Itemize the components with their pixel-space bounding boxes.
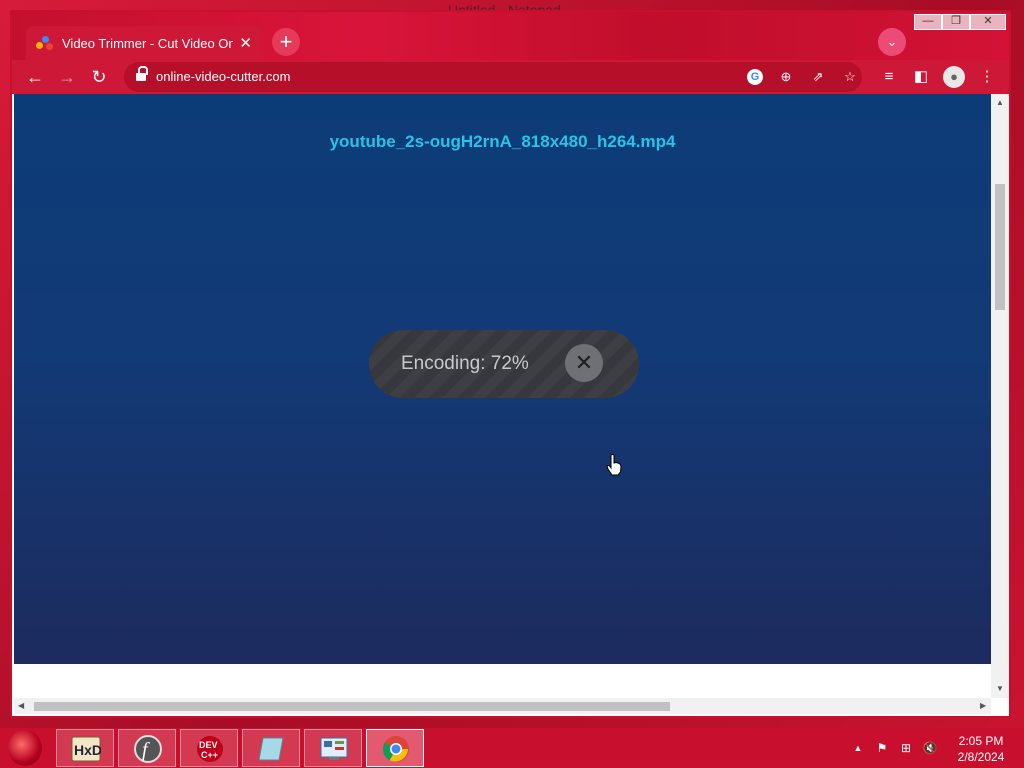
new-tab-button[interactable]: + <box>272 28 300 56</box>
tab-strip: Video Trimmer - Cut Video Onlin ✕ + ⌄ — … <box>12 12 1009 60</box>
scroll-down-arrow-icon[interactable]: ▼ <box>996 684 1004 693</box>
tab-search-button[interactable]: ⌄ <box>878 28 906 56</box>
network-icon[interactable]: ⊞ <box>898 740 914 756</box>
show-hidden-icons-icon[interactable]: ▲ <box>850 740 866 756</box>
minimize-button[interactable]: — <box>914 14 942 30</box>
page-footer-area <box>14 664 991 698</box>
hand-cursor-icon <box>606 454 622 476</box>
tab-title: Video Trimmer - Cut Video Onlin <box>62 35 234 51</box>
menu-icon[interactable]: ⋮ <box>976 66 998 88</box>
vertical-scrollbar[interactable]: ▲ ▼ <box>991 94 1009 698</box>
system-clock[interactable]: 2:05 PM 2/8/2024 <box>954 733 1008 765</box>
taskbar-app-flash[interactable]: f <box>118 729 176 767</box>
lock-icon[interactable] <box>136 66 148 82</box>
media-control-icon[interactable]: ≡ <box>878 66 900 88</box>
forward-icon[interactable]: → <box>54 64 80 90</box>
share-icon[interactable]: ⇗ <box>808 67 828 87</box>
clock-date: 2/8/2024 <box>957 750 1005 764</box>
close-window-button[interactable]: ✕ <box>970 14 1006 30</box>
taskbar-app-chrome[interactable] <box>366 729 424 767</box>
back-icon[interactable]: ← <box>22 64 48 90</box>
tab-close-icon[interactable]: ✕ <box>239 34 252 52</box>
taskbar: HxD f DEV C++ ▲ ⚑ ⊞ 🔇 2:05 PM 2/8/2024 <box>0 728 1024 768</box>
video-filename: youtube_2s-ougH2rnA_818x480_h264.mp4 <box>329 132 676 151</box>
taskbar-app-control-panel[interactable] <box>304 729 362 767</box>
control-panel-icon <box>320 737 348 760</box>
tab-video-trimmer[interactable]: Video Trimmer - Cut Video Onlin ✕ <box>26 26 262 60</box>
cancel-encoding-button[interactable]: ✕ <box>565 344 603 382</box>
chrome-icon <box>382 736 409 762</box>
clock-time: 2:05 PM <box>958 734 1004 748</box>
svg-text:HxD: HxD <box>74 742 101 758</box>
action-center-flag-icon[interactable]: ⚑ <box>874 740 890 756</box>
browser-window: Video Trimmer - Cut Video Onlin ✕ + ⌄ — … <box>10 10 1011 718</box>
taskbar-app-devcpp[interactable]: DEV C++ <box>180 729 238 767</box>
scroll-right-arrow-icon[interactable]: ▶ <box>980 701 986 710</box>
zoom-icon[interactable]: ⊕ <box>776 67 796 87</box>
volume-muted-icon[interactable]: 🔇 <box>922 740 938 756</box>
notepad-icon <box>258 737 284 761</box>
start-button[interactable] <box>8 730 42 766</box>
horizontal-scroll-thumb[interactable] <box>34 702 670 711</box>
vertical-scroll-thumb[interactable] <box>995 184 1005 310</box>
favicon-icon <box>36 35 54 51</box>
flash-icon: f <box>134 735 162 763</box>
hxd-icon: HxD <box>71 736 101 762</box>
devcpp-icon: DEV C++ <box>197 736 223 762</box>
bookmark-star-icon[interactable]: ☆ <box>840 67 860 87</box>
maximize-button[interactable]: ❐ <box>942 14 970 30</box>
url-text[interactable]: online-video-cutter.com <box>156 69 290 84</box>
browser-toolbar: ← → ↻ online-video-cutter.com G ⊕ ⇗ ☆ ≡ … <box>12 60 1009 94</box>
encoding-progress-pill: Encoding: 72% ✕ <box>369 330 639 398</box>
reload-icon[interactable]: ↻ <box>86 64 112 90</box>
taskbar-app-notepad[interactable] <box>242 729 300 767</box>
encoding-status: Encoding: 72% <box>401 353 529 374</box>
address-bar[interactable]: online-video-cutter.com G ⊕ ⇗ ☆ <box>124 62 862 92</box>
svg-text:C++: C++ <box>201 750 218 760</box>
profile-avatar-icon[interactable]: ● <box>943 66 965 88</box>
scroll-up-arrow-icon[interactable]: ▲ <box>996 98 1004 107</box>
scroll-left-arrow-icon[interactable]: ◀ <box>18 701 24 710</box>
google-lens-icon[interactable]: G <box>747 69 763 85</box>
horizontal-scrollbar[interactable]: ◀ ▶ <box>14 698 991 714</box>
svg-text:DEV: DEV <box>199 740 218 750</box>
side-panel-icon[interactable]: ◧ <box>910 66 932 88</box>
page-content: youtube_2s-ougH2rnA_818x480_h264.mp4 Enc… <box>14 94 991 664</box>
taskbar-app-hxd[interactable]: HxD <box>56 729 114 767</box>
